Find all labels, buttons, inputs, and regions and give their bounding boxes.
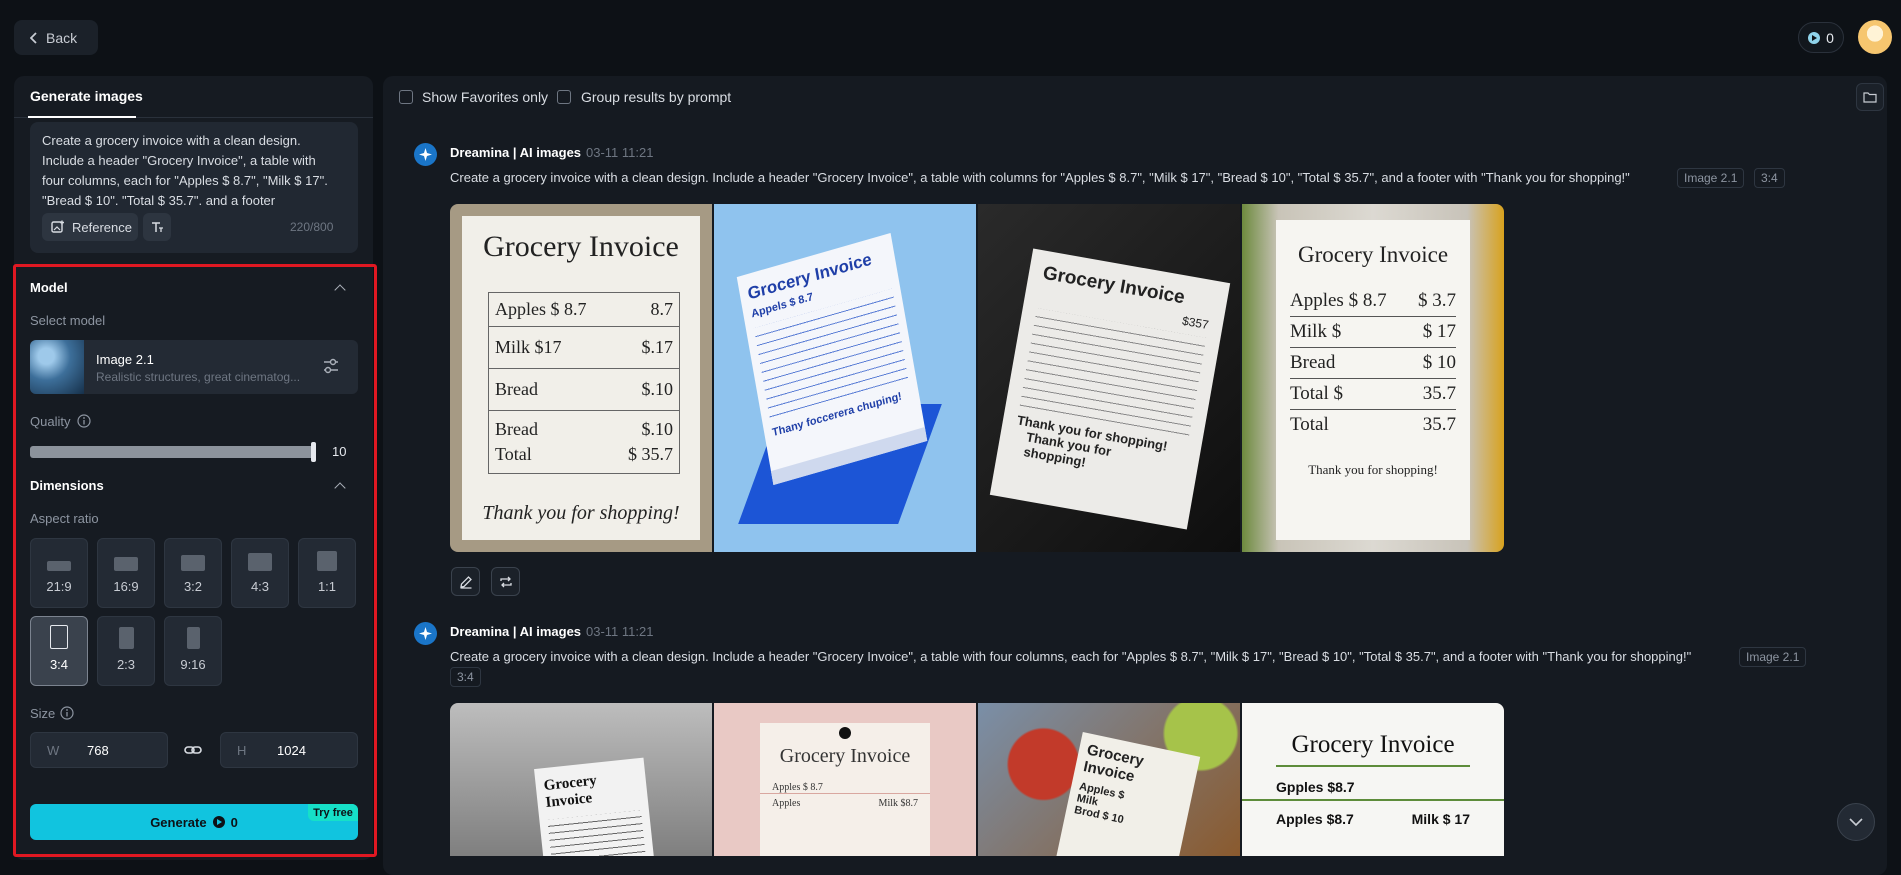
generation-time: 03-11 11:21 [586, 145, 654, 160]
generated-image[interactable]: Grocery Invoice [450, 703, 712, 856]
invoice-row: Apples $8.7 Milk $ 17 [1242, 801, 1504, 827]
edit-button[interactable] [451, 567, 480, 596]
dreamina-logo-icon [414, 622, 437, 645]
dreamina-logo-icon [414, 143, 437, 166]
row-price: $ 17 [1422, 321, 1456, 342]
invoice-row: Bread $.10 [489, 411, 679, 442]
invoice-table: Apples $ 8.7 $ 3.7 Milk $ $ 17 Bread $ 10 T… [1276, 268, 1470, 440]
ratio-tag: 3:4 [1754, 168, 1785, 188]
invoice-title: Grocery Invoice [543, 772, 598, 812]
invoice-table: Apples $ 8.7 8.7 Milk $17 $.17 Bread $.10 B… [488, 292, 680, 474]
row-item: Apples [772, 798, 801, 809]
invoice-title: Grocery Invoice [1297, 242, 1449, 267]
row-item: Milk $ [1290, 321, 1342, 342]
generated-image[interactable]: Grocery Invoice Appels $ 8.7 Thany focce… [714, 204, 976, 552]
favorites-label[interactable]: Show Favorites only [422, 89, 548, 105]
credit-icon [1808, 31, 1821, 44]
invoice-row: Gpples $8.7 [1242, 767, 1504, 801]
group-checkbox[interactable] [557, 90, 571, 104]
row-item: Apples $8.7 [1276, 811, 1354, 827]
generated-image[interactable]: Grocery Invoice Apples $ 8.7 8.7 Milk $17… [450, 204, 712, 552]
row-price: 8.7 [650, 299, 674, 319]
model-tag: Image 2.1 [1739, 647, 1807, 667]
back-button[interactable]: Back [14, 20, 98, 55]
folder-icon [1863, 92, 1877, 103]
row-price: 35.7 [1422, 383, 1456, 404]
row-price: Milk $8.7 [878, 798, 918, 809]
folder-button[interactable] [1856, 83, 1884, 111]
generation-author: Dreamina | AI images [450, 145, 582, 160]
chevron-down-icon [1849, 817, 1863, 826]
regenerate-button[interactable] [491, 567, 520, 596]
generation-author: Dreamina | AI images [450, 624, 582, 639]
reference-button[interactable]: Reference [42, 213, 138, 241]
pencil-icon [459, 575, 472, 589]
generated-image[interactable]: Grocery Invoice Apples $ 8.7 $ 3.7 Milk $… [1242, 204, 1504, 552]
generated-image[interactable]: Grocery Invoice Apples $ 8.7 Apples Milk … [714, 703, 976, 856]
invoice-row: Total $ 35.7 [1290, 379, 1456, 410]
row-item: Milk $17 [495, 337, 562, 357]
model-tag: Image 2.1 [1677, 168, 1745, 188]
reference-label: Reference [72, 219, 132, 235]
row-price: $.10 [641, 379, 674, 399]
row-price: $ 3.7 [1418, 290, 1456, 311]
credits-badge[interactable]: 0 [1798, 22, 1844, 53]
row-price: $ 10 [1422, 352, 1456, 373]
generation-time: 03-11 11:21 [586, 624, 654, 639]
row-price: Milk $ 17 [1411, 811, 1470, 827]
tab-generate-images[interactable]: Generate images [30, 88, 143, 104]
invoice-title: Grocery Invoice [483, 230, 679, 263]
row-price: 35.7 [1422, 414, 1456, 435]
invoice-row: Apples Milk $8.7 [760, 794, 930, 809]
text-icon [152, 222, 163, 232]
invoice-row: Apples $ 8.7 [760, 768, 930, 794]
generation-prompt[interactable]: Create a grocery invoice with a clean de… [450, 649, 1691, 664]
row-item: Bread [495, 419, 538, 439]
invoice-title: Grocery Invoice [1291, 731, 1455, 758]
row-price: $ 35.7 [628, 444, 673, 464]
row-item: Bread [495, 379, 538, 399]
highlight-box [13, 264, 377, 857]
generation-prompt[interactable]: Create a grocery invoice with a clean de… [450, 170, 1630, 185]
credits-count: 0 [1826, 29, 1834, 46]
invoice-row: Apples $ 8.7 $ 3.7 [1290, 286, 1456, 317]
generated-image[interactable]: Grocery Invoice Apples $ Milk Brod $ 10 [978, 703, 1240, 856]
avatar[interactable] [1858, 20, 1892, 54]
generated-image[interactable]: Grocery Invoice Gpples $8.7 Apples $8.7 M… [1242, 703, 1504, 856]
text-style-button[interactable] [143, 213, 171, 241]
row-item: Bread [1290, 352, 1336, 373]
generated-image[interactable]: Grocery Invoice $357 Thank you for shopp… [978, 204, 1240, 552]
invoice-row: Milk $ $ 17 [1290, 317, 1456, 348]
row-item: Apples $ 8.7 [495, 299, 587, 319]
invoice-footer: Thank you for shopping! [1308, 462, 1438, 477]
favorites-checkbox[interactable] [399, 90, 413, 104]
invoice-row: Bread $.10 [489, 369, 679, 411]
invoice-row: Total $ 35.7 [489, 442, 679, 473]
row-price: $.17 [641, 337, 674, 357]
tab-divider [14, 116, 373, 118]
repeat-icon [499, 576, 512, 587]
invoice-row: Total 35.7 [1290, 410, 1456, 440]
row-item: Total $ [1290, 383, 1344, 404]
back-label: Back [46, 29, 78, 46]
prompt-text[interactable]: Create a grocery invoice with a clean de… [42, 131, 340, 207]
group-label[interactable]: Group results by prompt [581, 89, 731, 105]
invoice-row: Milk $17 $.17 [489, 327, 679, 369]
row-price: $.10 [641, 419, 674, 439]
invoice-row: Bread $ 10 [1290, 348, 1456, 379]
chevron-left-icon [30, 31, 37, 44]
invoice-footer: Thank you for shopping! [482, 502, 680, 524]
ratio-tag: 3:4 [450, 667, 481, 687]
invoice-row: Apples $ 8.7 8.7 [489, 293, 679, 327]
scroll-down-button[interactable] [1837, 803, 1875, 841]
image-add-icon [51, 220, 64, 233]
row-item: Apples $ 8.7 [1290, 290, 1387, 311]
row-item: Total [1290, 414, 1329, 435]
char-count: 220/800 [290, 220, 334, 234]
row-item: Total [495, 444, 532, 464]
